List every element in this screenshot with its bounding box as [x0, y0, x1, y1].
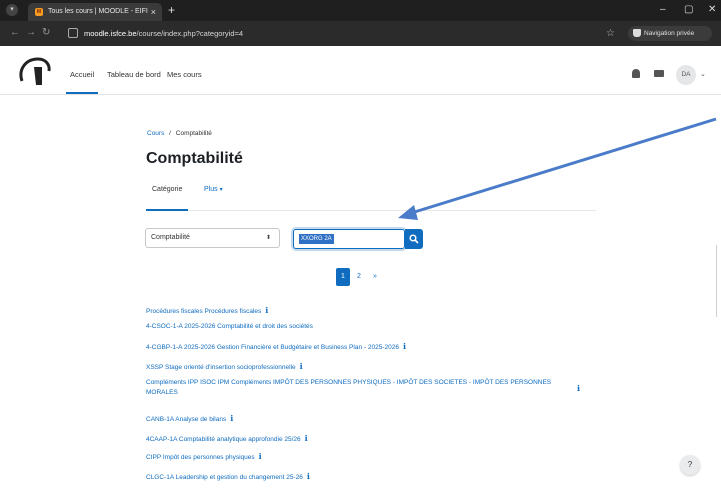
course-title[interactable]: Procédures fiscales Procédures fiscales	[146, 308, 261, 315]
school-logo-icon[interactable]	[16, 55, 54, 87]
private-browsing-badge[interactable]: Navigation privée	[628, 26, 712, 41]
category-select[interactable]: Comptabilité ⬍	[145, 228, 280, 248]
course-link[interactable]: Compléments IPP ISOC IPM Compléments IMP…	[146, 378, 580, 398]
course-search-input[interactable]: XXORG 2A	[293, 229, 405, 249]
secondary-navigation: Catégorie Plus ▾	[145, 179, 596, 211]
course-title[interactable]: Compléments IPP ISOC IPM Compléments IMP…	[146, 379, 551, 396]
site-info-icon[interactable]	[68, 28, 78, 38]
user-avatar[interactable]: DA	[676, 65, 696, 85]
course-title[interactable]: 4-CGBP-1-A 2025-2026 Gestion Financière …	[146, 344, 399, 351]
bookmark-star-icon[interactable]: ☆	[606, 25, 615, 42]
tab-more[interactable]: Plus ▾	[204, 179, 223, 211]
course-info-icon[interactable]: ℹ	[230, 414, 233, 423]
nav-dashboard[interactable]: Tableau de bord	[107, 46, 161, 95]
more-chevron-icon: ▾	[219, 187, 223, 193]
course-info-icon[interactable]: ℹ	[259, 452, 262, 461]
course-info-icon[interactable]: ℹ	[403, 342, 406, 351]
breadcrumb: Cours / Comptabilité	[147, 130, 212, 137]
course-link[interactable]: XSSP Stage orienté d'insertion socioprof…	[146, 362, 303, 373]
breadcrumb-current: Comptabilité	[175, 130, 212, 137]
help-button[interactable]: ?	[680, 455, 700, 475]
nav-my-courses[interactable]: Mes cours	[167, 46, 202, 95]
page-title: Comptabilité	[146, 150, 243, 167]
private-browsing-label: Navigation privée	[644, 30, 695, 37]
course-info-icon[interactable]: ℹ	[265, 306, 268, 315]
course-link[interactable]: Procédures fiscales Procédures fiscales ℹ	[146, 306, 268, 317]
screenshot-frame: ▾ M Tous les cours | MOODLE - EIFI × + –…	[0, 0, 721, 488]
page-2-link[interactable]: 2	[352, 268, 366, 286]
breadcrumb-separator: /	[169, 130, 171, 137]
private-mode-icon	[633, 29, 641, 37]
browser-toolbar: ← → ↻ moodle.isfce.be/course/index.php?c…	[0, 21, 721, 46]
moodle-favicon-icon: M	[35, 8, 43, 16]
search-icon	[409, 234, 419, 244]
tab-category[interactable]: Catégorie	[145, 179, 189, 211]
course-title[interactable]: 4CAAP-1A Comptabilité analytique approfo…	[146, 436, 301, 443]
course-title[interactable]: XSSP Stage orienté d'insertion socioprof…	[146, 364, 296, 371]
course-link[interactable]: 4CAAP-1A Comptabilité analytique approfo…	[146, 434, 308, 445]
select-updown-icon: ⬍	[265, 235, 271, 241]
url-text: moodle.isfce.be/course/index.php?categor…	[84, 29, 244, 38]
breadcrumb-courses-link[interactable]: Cours	[147, 130, 164, 137]
site-navbar: Accueil Tableau de bord Mes cours DA ⌄	[0, 46, 721, 95]
course-link[interactable]: 4-CSOC-1-A 2025-2026 Comptabilité et dro…	[146, 322, 313, 332]
back-arrow-icon[interactable]: ←	[10, 26, 20, 40]
page-1-link[interactable]: 1	[336, 268, 350, 286]
tab-title: Tous les cours | MOODLE - EIFI	[48, 8, 148, 15]
close-window-button[interactable]: ✕	[708, 2, 716, 18]
category-select-value: Comptabilité	[151, 234, 190, 241]
maximize-button[interactable]: ▢	[684, 2, 693, 18]
notification-bell-icon[interactable]	[632, 69, 640, 78]
browser-tab-bar: ▾ M Tous les cours | MOODLE - EIFI × + –…	[0, 0, 721, 21]
window-menu-icon[interactable]: ▾	[6, 4, 18, 16]
course-link[interactable]: CIPP Impôt des personnes physiques ℹ	[146, 452, 262, 463]
next-page-link[interactable]: »	[368, 268, 382, 286]
course-title[interactable]: CLGC-1A Leadership et gestion du changem…	[146, 474, 303, 481]
course-link[interactable]: CLGC-1A Leadership et gestion du changem…	[146, 472, 310, 483]
search-input-value: XXORG 2A	[299, 234, 334, 244]
reload-icon[interactable]: ↻	[42, 26, 50, 40]
course-info-icon[interactable]: ℹ	[577, 384, 580, 394]
new-tab-button[interactable]: +	[168, 3, 175, 17]
course-info-icon[interactable]: ℹ	[307, 472, 310, 481]
course-title[interactable]: CIPP Impôt des personnes physiques	[146, 454, 255, 461]
forward-arrow-icon[interactable]: →	[26, 26, 36, 40]
messages-icon[interactable]	[654, 70, 664, 77]
course-title[interactable]: 4-CSOC-1-A 2025-2026 Comptabilité et dro…	[146, 323, 313, 330]
tab-close-icon[interactable]: ×	[151, 3, 156, 21]
search-button[interactable]	[405, 229, 423, 249]
course-link[interactable]: CANB-1A Analyse de bilans ℹ	[146, 414, 233, 425]
course-title[interactable]: CANB-1A Analyse de bilans	[146, 416, 226, 423]
address-bar[interactable]: moodle.isfce.be/course/index.php?categor…	[62, 25, 622, 42]
browser-tab[interactable]: M Tous les cours | MOODLE - EIFI ×	[28, 3, 162, 21]
user-menu-chevron-icon[interactable]: ⌄	[700, 70, 706, 78]
course-info-icon[interactable]: ℹ	[305, 434, 308, 443]
nav-home[interactable]: Accueil	[65, 46, 99, 95]
scrollbar-edge[interactable]	[716, 245, 717, 317]
tab-more-label: Plus	[204, 186, 218, 193]
minimize-button[interactable]: –	[660, 2, 666, 18]
course-info-icon[interactable]: ℹ	[300, 362, 303, 371]
course-link[interactable]: 4-CGBP-1-A 2025-2026 Gestion Financière …	[146, 342, 406, 353]
